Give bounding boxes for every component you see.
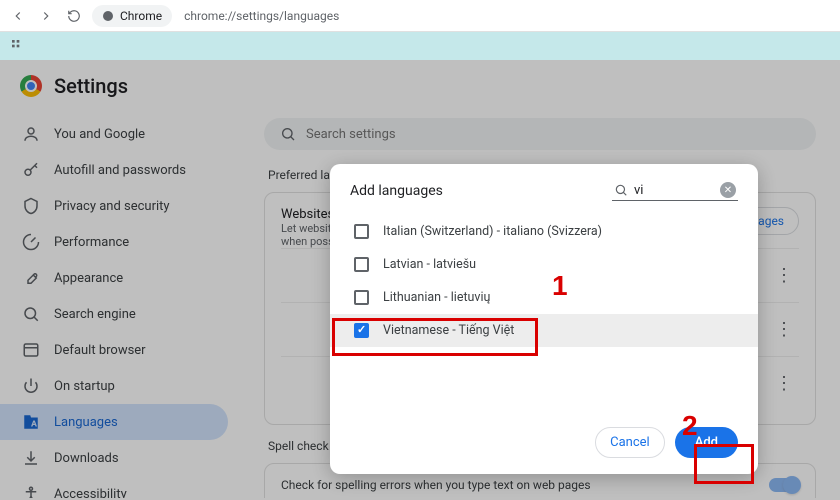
search-icon — [280, 126, 296, 142]
page-title: Settings — [54, 74, 128, 98]
more-icon[interactable]: ⋮ — [775, 319, 795, 340]
language-label: Latvian - latviešu — [383, 257, 476, 272]
page-header: Settings — [0, 60, 840, 112]
sidebar-item-default-browser[interactable]: Default browser — [0, 332, 228, 368]
spellcheck-toggle[interactable] — [769, 478, 799, 492]
url-chip-label: Chrome — [120, 9, 162, 23]
window-icon — [22, 341, 40, 359]
power-icon — [22, 377, 40, 395]
download-icon — [22, 449, 40, 467]
checkbox[interactable] — [354, 224, 369, 239]
sidebar-item-downloads[interactable]: Downloads — [0, 440, 228, 476]
settings-search-input[interactable] — [306, 127, 800, 142]
language-option[interactable]: Vietnamese - Tiếng Việt — [330, 314, 758, 347]
back-button[interactable] — [8, 6, 28, 26]
sidebar-item-label: You and Google — [54, 127, 145, 142]
sidebar-item-label: On startup — [54, 379, 115, 394]
sidebar-item-accessibility[interactable]: Accessibility — [0, 476, 228, 498]
reload-button[interactable] — [64, 6, 84, 26]
dialog-title: Add languages — [350, 183, 443, 199]
translate-icon — [22, 413, 40, 431]
sidebar-item-label: Performance — [54, 235, 129, 250]
language-options-list: Italian (Switzerland) - italiano (Svizze… — [330, 211, 758, 351]
language-option[interactable]: Latvian - latviešu — [330, 248, 758, 281]
cancel-button[interactable]: Cancel — [595, 427, 665, 458]
forward-button[interactable] — [36, 6, 56, 26]
user-icon — [22, 125, 40, 143]
search-icon — [22, 305, 40, 323]
browser-toolbar: Chrome chrome://settings/languages — [0, 0, 840, 32]
shield-icon — [22, 197, 40, 215]
accessibility-icon — [22, 485, 40, 498]
dialog-search-input[interactable] — [634, 183, 714, 198]
brush-icon — [22, 269, 40, 287]
sidebar-item-performance[interactable]: Performance — [0, 224, 228, 260]
settings-sidebar: You and Google Autofill and passwords Priv… — [0, 112, 240, 498]
sidebar-item-search-engine[interactable]: Search engine — [0, 296, 228, 332]
settings-page: Settings You and Google Autofill and pass… — [0, 60, 840, 500]
apps-grid-icon[interactable] — [10, 38, 26, 54]
url-text[interactable]: chrome://settings/languages — [184, 9, 339, 23]
sidebar-item-label: Autofill and passwords — [54, 163, 186, 178]
sidebar-item-autofill-and-passwords[interactable]: Autofill and passwords — [0, 152, 228, 188]
sidebar-item-label: Privacy and security — [54, 199, 170, 214]
language-option[interactable]: Lithuanian - lietuvių — [330, 281, 758, 314]
sidebar-item-label: Accessibility — [54, 487, 127, 499]
sidebar-item-on-startup[interactable]: On startup — [0, 368, 228, 404]
sidebar-item-label: Default browser — [54, 343, 146, 358]
spellcheck-label: Check for spelling errors when you type … — [281, 478, 591, 492]
chrome-logo-icon — [20, 75, 42, 97]
sidebar-item-privacy-and-security[interactable]: Privacy and security — [0, 188, 228, 224]
key-icon — [22, 161, 40, 179]
sidebar-item-label: Languages — [54, 415, 118, 430]
sidebar-item-appearance[interactable]: Appearance — [0, 260, 228, 296]
sidebar-item-label: Search engine — [54, 307, 136, 322]
clear-search-icon[interactable]: ✕ — [720, 182, 736, 198]
language-label: Lithuanian - lietuvių — [383, 290, 490, 305]
dialog-search[interactable]: ✕ — [612, 180, 738, 201]
sidebar-item-label: Downloads — [54, 451, 119, 466]
more-icon[interactable]: ⋮ — [775, 373, 795, 394]
more-icon[interactable]: ⋮ — [775, 265, 795, 286]
speed-icon — [22, 233, 40, 251]
search-icon — [614, 183, 628, 197]
language-label: Vietnamese - Tiếng Việt — [383, 323, 514, 338]
url-chip[interactable]: Chrome — [92, 5, 172, 27]
sidebar-item-languages[interactable]: Languages — [0, 404, 228, 440]
settings-search[interactable] — [264, 118, 816, 150]
sidebar-item-label: Appearance — [54, 271, 123, 286]
language-option[interactable]: Italian (Switzerland) - italiano (Svizze… — [330, 215, 758, 248]
secondary-toolbar — [0, 32, 840, 60]
annotation-label-1: 1 — [552, 270, 568, 302]
checkbox[interactable] — [354, 257, 369, 272]
checkbox[interactable] — [354, 323, 369, 338]
language-label: Italian (Switzerland) - italiano (Svizze… — [383, 224, 602, 239]
sidebar-item-you-and-google[interactable]: You and Google — [0, 116, 228, 152]
checkbox[interactable] — [354, 290, 369, 305]
annotation-label-2: 2 — [682, 410, 698, 442]
